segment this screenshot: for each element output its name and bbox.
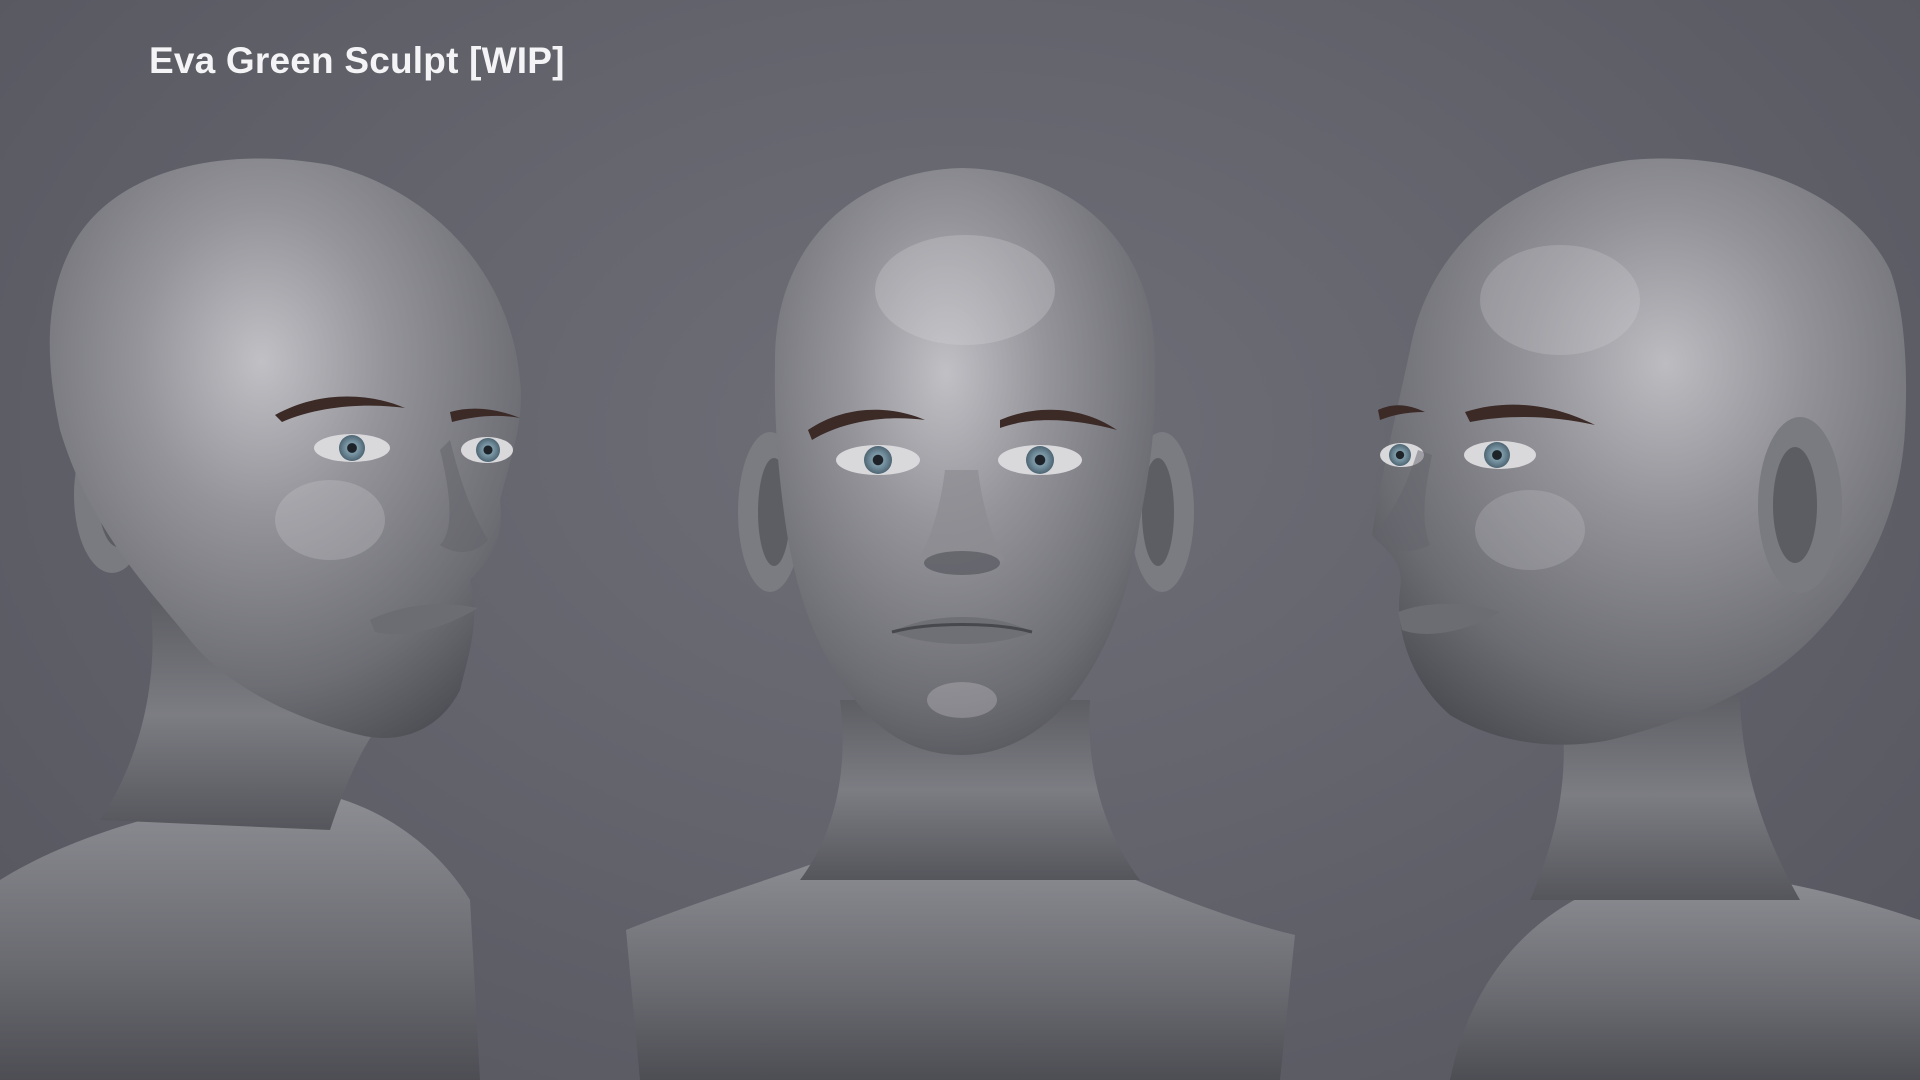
sculpt-render <box>0 158 1920 1080</box>
right-bust-shoulders <box>1450 873 1920 1080</box>
view-front <box>626 168 1295 1080</box>
left-bust-shoulders <box>0 790 480 1080</box>
view-three-quarter-left <box>0 158 521 1080</box>
front-bust-shoulders <box>626 850 1295 1080</box>
view-three-quarter-right <box>1372 158 1920 1080</box>
